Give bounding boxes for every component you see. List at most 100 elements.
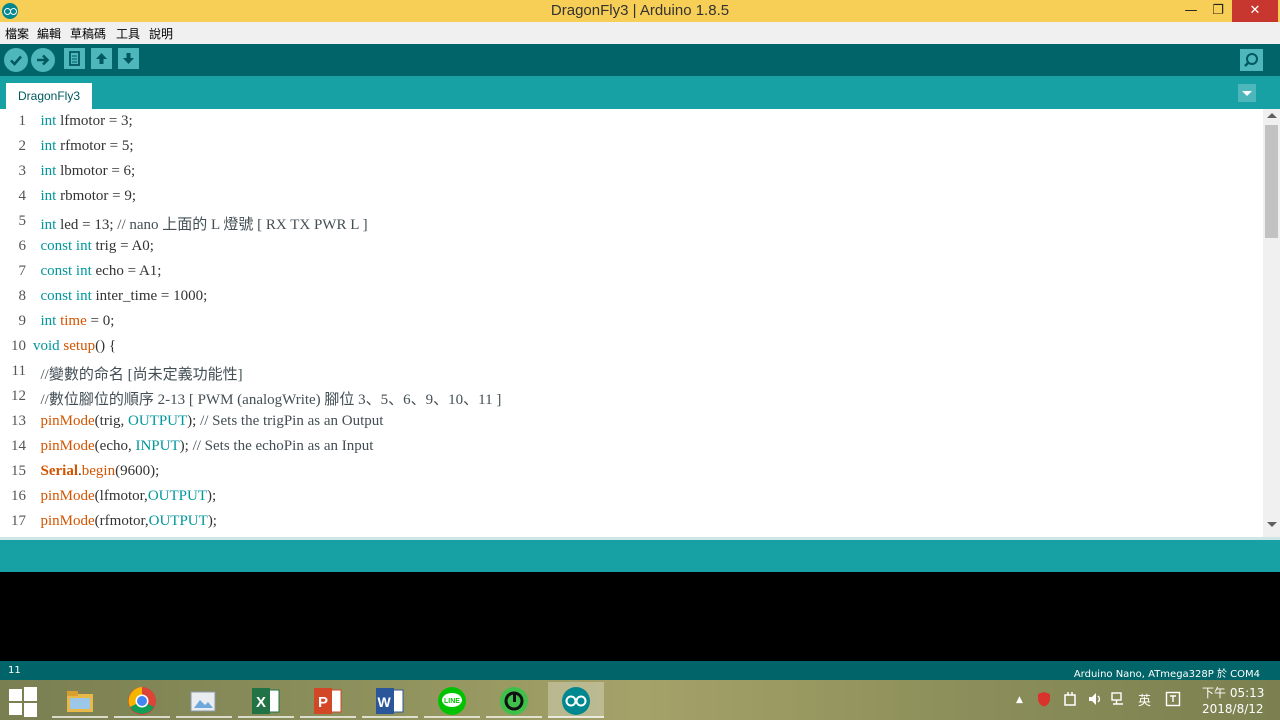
- maximize-button[interactable]: ❐: [1204, 0, 1232, 22]
- network-icon[interactable]: [1110, 691, 1126, 707]
- tray-overflow-icon[interactable]: ▲: [1016, 695, 1023, 705]
- svg-text:P: P: [318, 694, 328, 711]
- scroll-down-arrow-icon[interactable]: [1267, 522, 1277, 527]
- code-line[interactable]: int rbmotor = 9;: [33, 188, 137, 205]
- menu-sketch[interactable]: 草稿碼: [70, 25, 106, 42]
- tab-dragonfly3[interactable]: DragonFly3: [6, 83, 92, 109]
- code-token: (9600);: [115, 463, 160, 479]
- taskbar: X P W LINE ▲ 英: [0, 680, 1280, 720]
- code-line[interactable]: void setup() {: [33, 338, 116, 355]
- code-token: led = 13;: [56, 217, 118, 233]
- code-line[interactable]: int led = 13; // nano 上面的 L 燈號 [ RX TX P…: [33, 213, 368, 234]
- line-number: 2: [18, 138, 27, 154]
- code-token: int: [40, 188, 57, 204]
- menu-help[interactable]: 說明: [149, 25, 173, 42]
- code-token: // Sets the echoPin as an Input: [192, 438, 374, 454]
- start-button[interactable]: [8, 687, 38, 717]
- taskbar-powerpoint[interactable]: P: [300, 682, 356, 718]
- code-line[interactable]: //變數的命名 [尚未定義功能性]: [33, 363, 243, 384]
- upload-button[interactable]: [31, 48, 55, 72]
- ime-indicator[interactable]: 英: [1138, 690, 1151, 709]
- close-button[interactable]: ✕: [1232, 0, 1278, 22]
- code-token: OUTPUT: [148, 513, 208, 529]
- line-number: 1: [18, 113, 27, 129]
- taskbar-chrome[interactable]: [114, 682, 170, 718]
- code-token: pinMode: [40, 513, 95, 529]
- menu-edit[interactable]: 編輯: [37, 25, 61, 42]
- code-token: int: [40, 163, 57, 179]
- menu-tools[interactable]: 工具: [116, 25, 140, 42]
- code-line[interactable]: int lfmotor = 3;: [33, 113, 133, 130]
- vertical-scrollbar[interactable]: [1263, 109, 1280, 537]
- serial-monitor-button[interactable]: [1240, 49, 1263, 71]
- line-number: 3: [18, 163, 27, 179]
- open-sketch-button[interactable]: [91, 48, 112, 69]
- code-token: pinMode: [40, 488, 95, 504]
- taskbar-word[interactable]: W: [362, 682, 418, 718]
- scroll-up-arrow-icon[interactable]: [1267, 113, 1277, 118]
- power-plug-icon[interactable]: [1062, 691, 1078, 707]
- taskbar-line[interactable]: LINE: [424, 682, 480, 718]
- security-shield-icon[interactable]: [1036, 691, 1052, 707]
- code-token: int: [40, 217, 57, 233]
- clock-date[interactable]: 2018/8/12: [1202, 702, 1264, 716]
- upload-arrow-icon: [37, 54, 50, 66]
- verify-button[interactable]: [4, 48, 28, 72]
- taskbar-excel[interactable]: X: [238, 682, 294, 718]
- save-arrow-icon: [123, 53, 134, 64]
- clock-time[interactable]: 下午 05:13: [1202, 684, 1264, 701]
- code-token: int: [40, 138, 57, 154]
- line-icon: LINE: [438, 687, 466, 715]
- code-line[interactable]: //數位腳位的順序 2-13 [ PWM (analogWrite) 腳位 3、…: [33, 388, 502, 409]
- action-center-icon[interactable]: [1165, 691, 1181, 707]
- code-token: lfmotor = 3;: [56, 113, 133, 129]
- code-line[interactable]: int lbmotor = 6;: [33, 163, 136, 180]
- window-title: DragonFly3 | Arduino 1.8.5: [550, 2, 730, 19]
- code-line[interactable]: int time = 0;: [33, 313, 115, 330]
- new-sketch-button[interactable]: [64, 48, 85, 69]
- code-line[interactable]: const int trig = A0;: [33, 238, 154, 255]
- code-line[interactable]: pinMode(rfmotor,OUTPUT);: [33, 513, 217, 530]
- code-line[interactable]: const int echo = A1;: [33, 263, 162, 280]
- code-token: );: [187, 413, 201, 429]
- new-file-icon: [69, 51, 80, 66]
- code-editor[interactable]: 1 2 3 4 5 6 7 8 9 10 11 12 13 14 15 16 17 int lfmotor = …: [0, 109, 1280, 537]
- code-token: int: [40, 313, 57, 329]
- scroll-thumb[interactable]: [1265, 125, 1278, 238]
- code-line[interactable]: pinMode(trig, OUTPUT); // Sets the trigP…: [33, 413, 384, 430]
- volume-icon[interactable]: [1087, 691, 1103, 707]
- save-sketch-button[interactable]: [118, 48, 139, 69]
- code-token: = 0;: [86, 313, 115, 329]
- code-token: OUTPUT: [147, 488, 207, 504]
- taskbar-file-explorer[interactable]: [52, 682, 108, 718]
- code-line[interactable]: pinMode(lfmotor,OUTPUT);: [33, 488, 217, 505]
- arduino-icon: [562, 687, 590, 715]
- code-line[interactable]: const int inter_time = 1000;: [33, 288, 208, 305]
- code-line[interactable]: Serial.begin(9600);: [33, 463, 160, 480]
- tab-menu-button[interactable]: [1238, 84, 1256, 102]
- code-token: rbmotor = 9;: [56, 188, 137, 204]
- minimize-button[interactable]: —: [1176, 0, 1206, 22]
- taskbar-photo-viewer[interactable]: [176, 682, 232, 718]
- taskbar-green-app[interactable]: [486, 682, 542, 718]
- code-token: void: [33, 338, 60, 354]
- line-number: 16: [11, 488, 26, 504]
- line-number: 14: [11, 438, 26, 454]
- code-token: int: [75, 263, 92, 279]
- menu-file[interactable]: 檔案: [5, 25, 29, 42]
- code-line[interactable]: int rfmotor = 5;: [33, 138, 134, 155]
- taskbar-arduino[interactable]: [548, 682, 604, 718]
- line-number: 8: [18, 288, 27, 304]
- line-number: 17: [11, 513, 26, 529]
- tab-bar: DragonFly3: [0, 76, 1280, 109]
- code-line[interactable]: pinMode(echo, INPUT); // Sets the echoPi…: [33, 438, 374, 455]
- code-token: rfmotor = 5;: [56, 138, 134, 154]
